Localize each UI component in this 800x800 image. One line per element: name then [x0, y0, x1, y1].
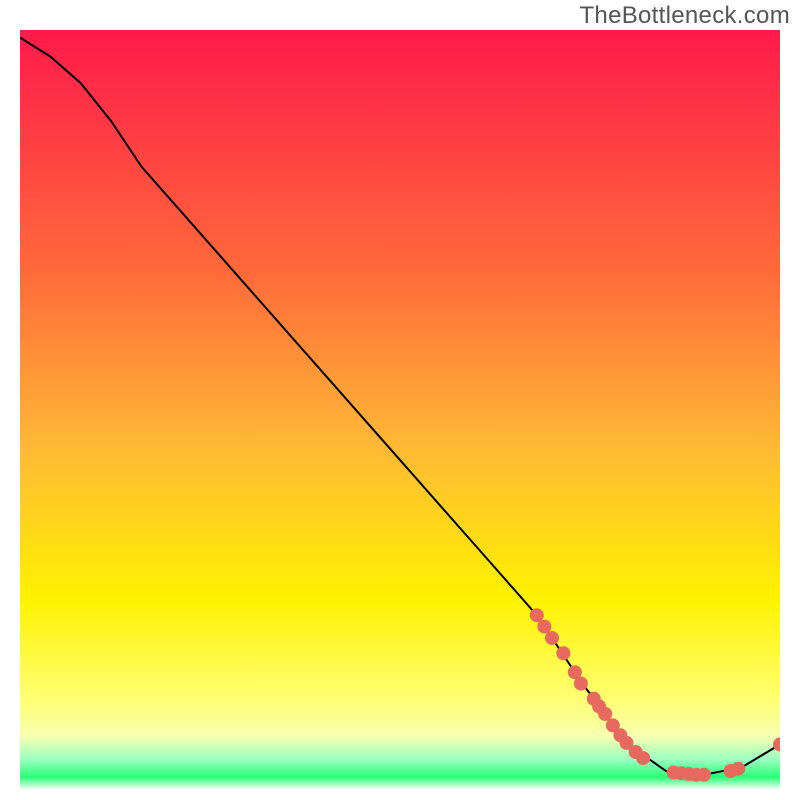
data-marker: [556, 646, 570, 660]
data-marker: [574, 677, 588, 691]
chart-svg: [20, 30, 780, 790]
data-marker: [537, 620, 551, 634]
watermark-text: TheBottleneck.com: [579, 2, 790, 30]
data-marker: [530, 608, 544, 622]
plot-area: [20, 30, 780, 790]
gradient-background: [20, 30, 780, 790]
chart-container: TheBottleneck.com: [0, 0, 800, 800]
data-marker: [731, 762, 745, 776]
data-marker: [636, 751, 650, 765]
data-marker: [697, 768, 711, 782]
data-marker: [598, 707, 612, 721]
data-marker: [545, 631, 559, 645]
